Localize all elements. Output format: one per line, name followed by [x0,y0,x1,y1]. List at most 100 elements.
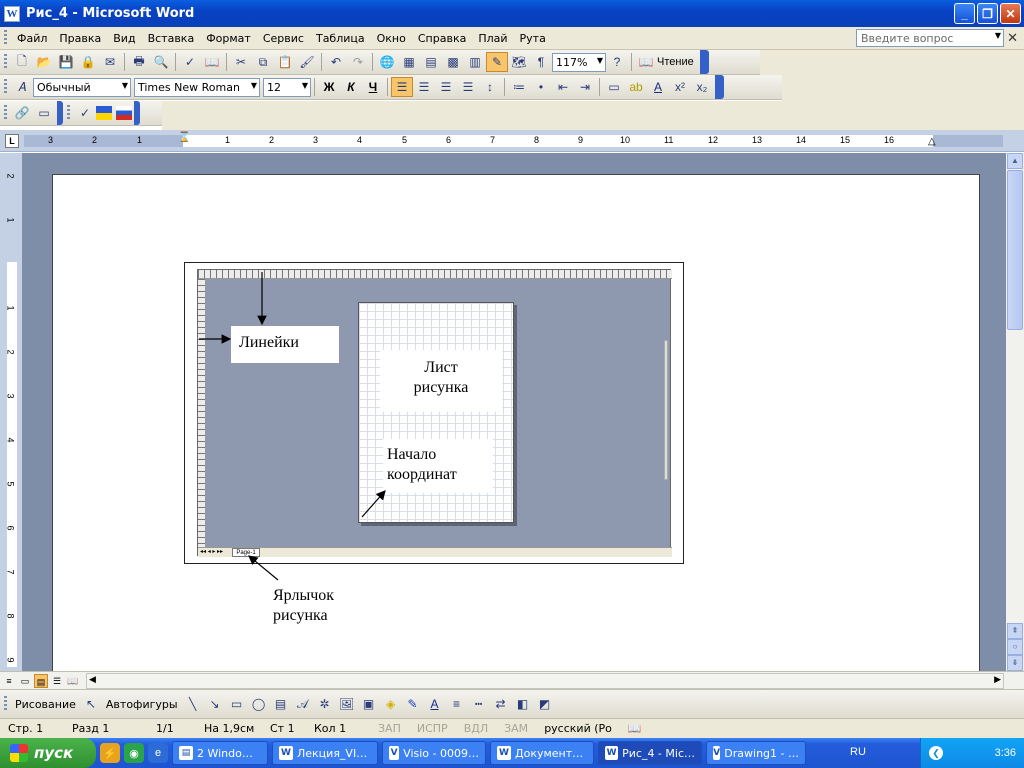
underline-button[interactable]: Ч [362,77,384,97]
visio-figure[interactable]: ◂◂ ◂ ▸ ▸▸ Page-1 [184,262,684,564]
right-indent-marker-icon[interactable]: △ [928,136,936,147]
next-page-icon[interactable]: ⇟ [1007,655,1023,671]
decrease-indent-icon[interactable]: ⇤ [552,77,574,97]
dash-style-icon[interactable]: ┅ [468,694,490,714]
menu-edit[interactable]: Правка [53,32,107,45]
toolbar-options-button[interactable] [715,75,724,99]
toolbar-grip[interactable] [4,54,7,70]
flag-ua-icon[interactable] [96,106,112,120]
line-spacing-icon[interactable]: ↕ [479,77,501,97]
open-folder-icon[interactable]: 📂 [33,52,55,72]
font-color-icon[interactable]: A [424,694,446,714]
menu-ruta[interactable]: Рута [514,32,552,45]
borders-icon[interactable]: ▭ [603,77,625,97]
clipart-icon[interactable]: 🖼 [336,694,358,714]
chevron-down-icon[interactable]: ▼ [995,31,1001,40]
restore-button[interactable]: ❐ [977,3,998,24]
task-document[interactable]: W Документ… [490,741,594,765]
status-trk[interactable]: ИСПР [409,722,456,735]
superscript-icon[interactable]: x² [669,77,691,97]
language-indicator[interactable]: RU [850,746,866,758]
print-icon[interactable]: 🖶 [128,52,150,72]
minimize-button[interactable]: _ [954,3,975,24]
status-rec[interactable]: ЗАП [370,722,409,735]
task-lecture[interactable]: W Лекция_VI… [272,741,378,765]
menu-view[interactable]: Вид [107,32,141,45]
tab-selector[interactable]: L [5,134,19,148]
align-left-icon[interactable]: ☰ [391,77,413,97]
reading-view-icon[interactable]: 📖 [66,674,80,688]
quicklaunch-ie-icon[interactable]: e [148,743,168,763]
spelling-icon[interactable]: ✓ [179,52,201,72]
outline-view-icon[interactable]: ☰ [50,674,64,688]
line-style-icon[interactable]: ≡ [446,694,468,714]
line-icon[interactable]: ╲ [182,694,204,714]
justify-icon[interactable]: ☰ [457,77,479,97]
font-size-select[interactable]: 12 ▼ [263,77,311,97]
vertical-scrollbar[interactable]: ▲ ⇞ ○ ⇟ [1006,153,1024,671]
menu-window[interactable]: Окно [371,32,412,45]
picture-icon[interactable]: ▣ [358,694,380,714]
link-icon[interactable]: 🔗 [11,103,33,123]
arrow-icon[interactable]: ↘ [204,694,226,714]
task-ris4[interactable]: W Рис_4 - Mic… [598,741,702,765]
vertical-ruler[interactable]: 2 1 1 2 3 4 5 6 7 8 9 [0,153,22,671]
align-right-icon[interactable]: ☰ [435,77,457,97]
menu-tools[interactable]: Сервис [257,32,310,45]
zoom-select[interactable]: 117% ▼ [552,52,606,72]
copy-icon[interactable]: ⧉ [252,52,274,72]
redo-icon[interactable]: ↷ [347,52,369,72]
highlight-icon[interactable]: ab [625,77,647,97]
spelling-status-icon[interactable]: 📖 [620,722,650,735]
horizontal-scrollbar[interactable]: ◀ ▶ [86,673,1004,689]
menu-insert[interactable]: Вставка [142,32,201,45]
insert-table-icon[interactable]: ▤ [420,52,442,72]
toolbar-options-button[interactable] [134,101,140,125]
font-select[interactable]: Times New Roman ▼ [134,77,260,97]
task-visio[interactable]: V Visio - 0009… [382,741,486,765]
flag-ru-icon[interactable] [116,106,132,120]
drawing-icon[interactable]: ✎ [486,52,508,72]
style-select[interactable]: Обычный ▼ [33,77,131,97]
cut-icon[interactable]: ✂ [230,52,252,72]
font-color-icon[interactable]: A [647,77,669,97]
chevron-down-icon[interactable]: ▼ [251,81,257,90]
chevron-down-icon[interactable]: ▼ [122,81,128,90]
toolbar-grip[interactable] [67,105,70,121]
wordart-icon[interactable]: 𝒜 [292,694,314,714]
scroll-up-icon[interactable]: ▲ [1007,153,1023,169]
tables-borders-icon[interactable]: ▦ [398,52,420,72]
menu-file[interactable]: Файл [11,32,53,45]
toolbar-options-button[interactable] [699,50,709,74]
bold-button[interactable]: Ж [318,77,340,97]
document-map-icon[interactable]: 🗺 [508,52,530,72]
menu-format[interactable]: Формат [200,32,257,45]
horizontal-ruler[interactable]: L 3 2 1 1 2 3 4 5 6 7 8 9 10 11 12 13 14… [0,130,1024,152]
save-icon[interactable]: 💾 [55,52,77,72]
form-icon[interactable]: ▭ [33,103,55,123]
close-button[interactable]: ✕ [1000,3,1021,24]
insert-excel-icon[interactable]: ▩ [442,52,464,72]
columns-icon[interactable]: ▥ [464,52,486,72]
subscript-icon[interactable]: x₂ [691,77,713,97]
help-icon[interactable]: ? [606,52,628,72]
diagram-icon[interactable]: ✲ [314,694,336,714]
document-close-icon[interactable]: ✕ [1007,30,1018,46]
email-icon[interactable]: ✉ [99,52,121,72]
show-hide-icon[interactable]: ¶ [530,52,552,72]
undo-icon[interactable]: ↶ [325,52,347,72]
select-pointer-icon[interactable]: ↖ [80,694,102,714]
menu-help[interactable]: Справка [412,32,472,45]
menu-plai[interactable]: Плай [472,32,513,45]
task-windows[interactable]: ▤ 2 Windo… [172,741,268,765]
ask-question-input[interactable]: Введите вопрос ▼ [856,29,1004,47]
prev-page-icon[interactable]: ⇞ [1007,623,1023,639]
fill-color-icon[interactable]: ◈ [380,694,402,714]
toolbar-grip[interactable] [4,105,7,121]
indent-marker-icon[interactable]: ⌛ [178,132,190,143]
toolbar-grip[interactable] [4,79,7,95]
menubar-grip[interactable] [4,30,7,46]
spellcheck-icon[interactable]: ✓ [74,103,96,123]
drawing-menu-button[interactable]: Рисование [11,698,80,711]
paste-icon[interactable]: 📋 [274,52,296,72]
